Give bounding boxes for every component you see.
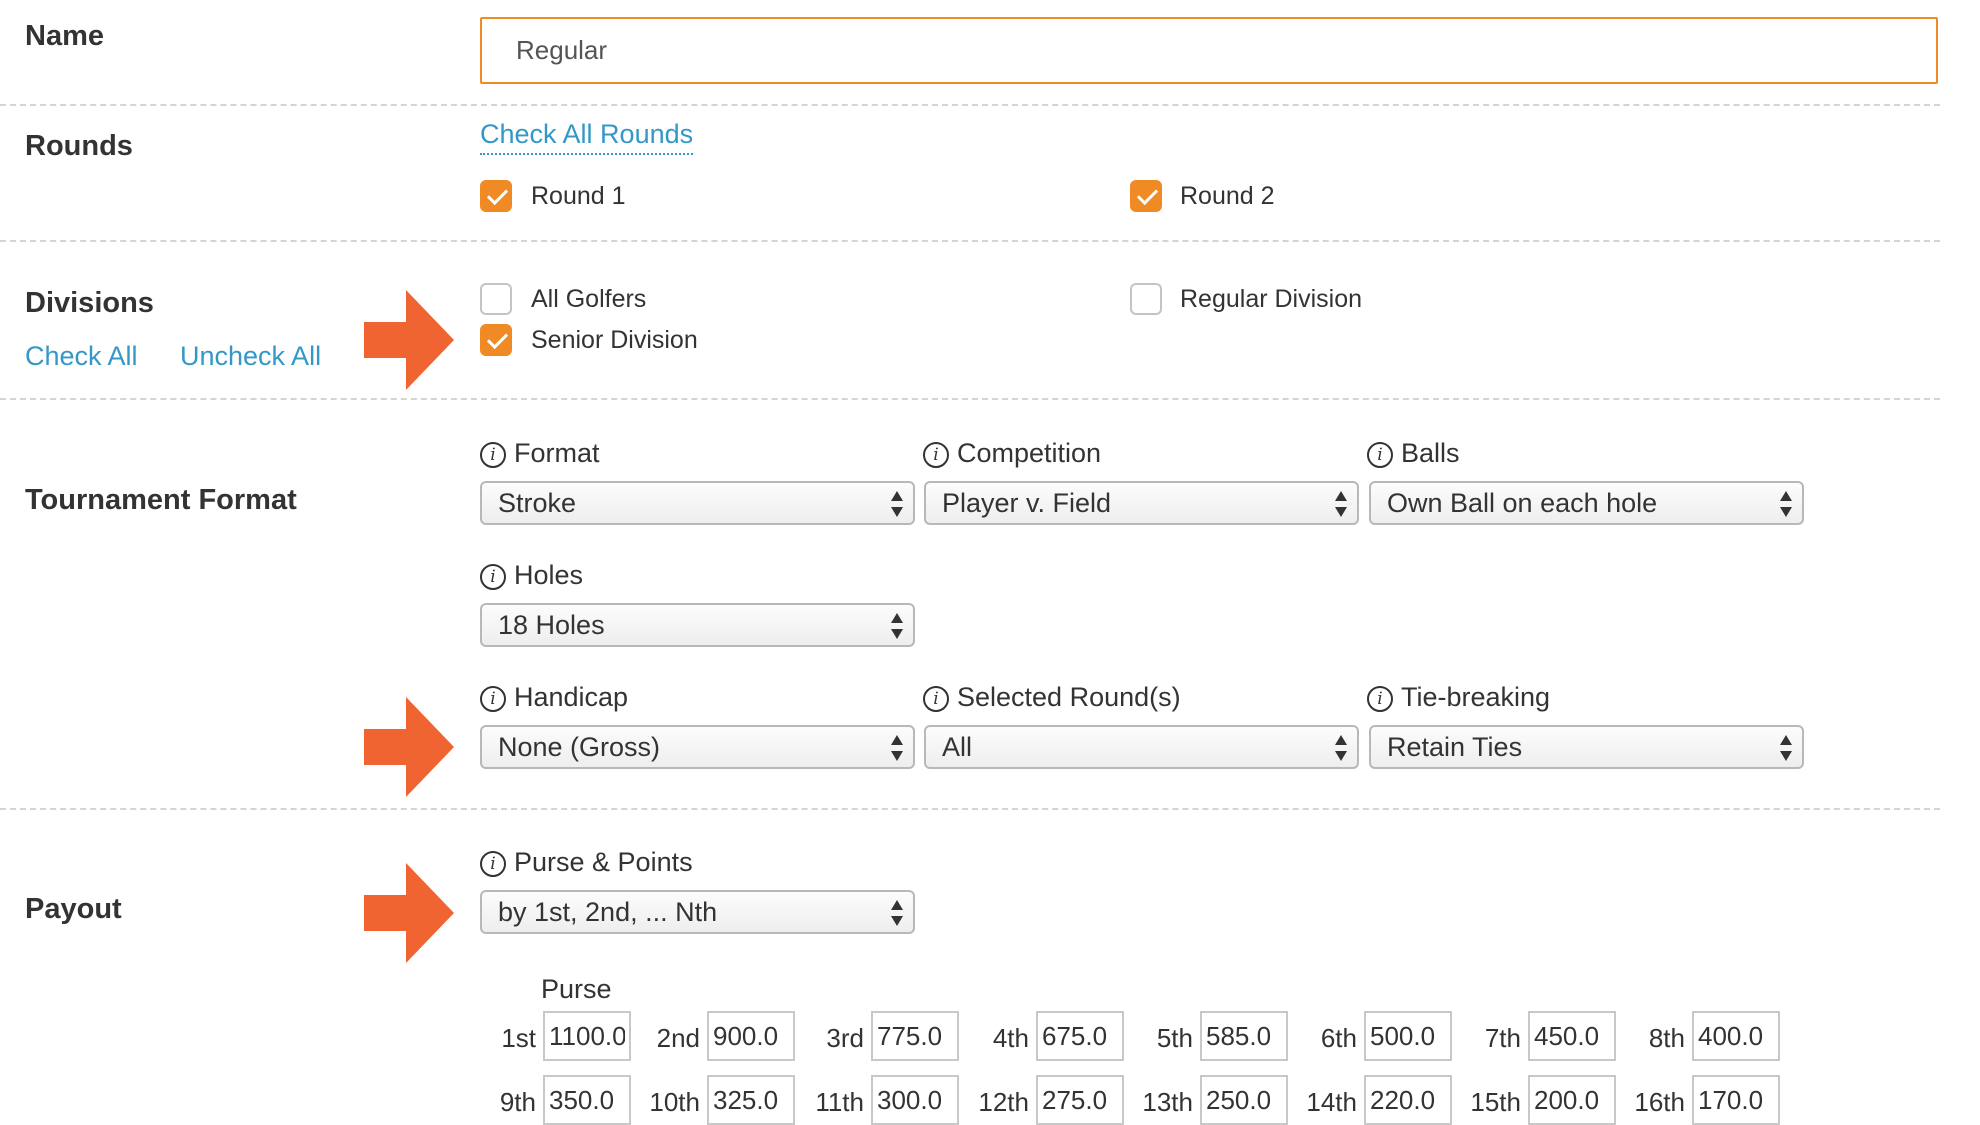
- place-label: 5th: [1156, 1023, 1193, 1053]
- holes-select[interactable]: 18 Holes: [480, 603, 915, 647]
- select-arrows-icon: [1780, 491, 1792, 517]
- uncheck-all-link[interactable]: Uncheck All: [180, 341, 321, 372]
- handicap-select[interactable]: None (Gross): [480, 725, 915, 769]
- divider: [0, 104, 1940, 106]
- holes-field-label: i Holes: [480, 560, 583, 591]
- select-arrows-icon: [891, 735, 903, 761]
- arrow-indicator-icon: [364, 290, 454, 390]
- divider: [0, 808, 1940, 810]
- purse-input[interactable]: [1200, 1011, 1288, 1061]
- purse-input[interactable]: [1528, 1075, 1616, 1125]
- round-1-label: Round 1: [531, 182, 626, 210]
- selected-rounds-select[interactable]: All: [924, 725, 1359, 769]
- round-1-checkbox[interactable]: [480, 180, 512, 212]
- purse-header: Purse: [541, 974, 612, 1004]
- purse-input[interactable]: [707, 1075, 795, 1125]
- arrow-indicator-icon: [364, 863, 454, 963]
- all-golfers-checkbox[interactable]: [480, 283, 512, 315]
- purse-input[interactable]: [1364, 1011, 1452, 1061]
- competition-field-label: i Competition: [923, 438, 1101, 469]
- format-field-label: i Format: [480, 438, 600, 469]
- info-icon[interactable]: i: [480, 686, 506, 712]
- info-icon[interactable]: i: [480, 851, 506, 877]
- place-label: 1st: [501, 1023, 536, 1053]
- select-arrows-icon: [1780, 735, 1792, 761]
- balls-select[interactable]: Own Ball on each hole: [1369, 481, 1804, 525]
- purse-input[interactable]: [1364, 1075, 1452, 1125]
- purse-input[interactable]: [1528, 1011, 1616, 1061]
- select-arrows-icon: [1335, 491, 1347, 517]
- info-icon[interactable]: i: [923, 686, 949, 712]
- info-icon[interactable]: i: [1367, 686, 1393, 712]
- place-label: 2nd: [656, 1023, 700, 1053]
- purse-input[interactable]: [543, 1075, 631, 1125]
- place-label: 4th: [992, 1023, 1029, 1053]
- place-label: 9th: [499, 1087, 536, 1117]
- tournament-format-label: Tournament Format: [25, 484, 297, 516]
- purse-input[interactable]: [1036, 1011, 1124, 1061]
- purse-points-field-label: i Purse & Points: [480, 847, 693, 878]
- divider: [0, 398, 1940, 400]
- arrow-indicator-icon: [364, 697, 454, 797]
- round-2-label: Round 2: [1180, 182, 1275, 210]
- place-label: 11th: [815, 1087, 864, 1117]
- place-label: 12th: [978, 1087, 1029, 1117]
- tie-breaking-field-label: i Tie-breaking: [1367, 682, 1550, 713]
- purse-input[interactable]: [707, 1011, 795, 1061]
- info-icon[interactable]: i: [480, 442, 506, 468]
- select-arrows-icon: [891, 613, 903, 639]
- payout-label: Payout: [25, 893, 122, 925]
- purse-input[interactable]: [543, 1011, 631, 1061]
- place-label: 15th: [1470, 1087, 1521, 1117]
- round-2-checkbox[interactable]: [1130, 180, 1162, 212]
- place-label: 10th: [649, 1087, 700, 1117]
- senior-division-label: Senior Division: [531, 326, 698, 354]
- place-label: 16th: [1634, 1087, 1685, 1117]
- senior-division-checkbox[interactable]: [480, 324, 512, 356]
- divisions-label: Divisions: [25, 287, 154, 319]
- place-label: 6th: [1320, 1023, 1357, 1053]
- tie-breaking-select[interactable]: Retain Ties: [1369, 725, 1804, 769]
- purse-input[interactable]: [871, 1011, 959, 1061]
- all-golfers-label: All Golfers: [531, 285, 647, 313]
- select-arrows-icon: [891, 900, 903, 926]
- place-label: 7th: [1484, 1023, 1521, 1053]
- select-arrows-icon: [891, 491, 903, 517]
- info-icon[interactable]: i: [923, 442, 949, 468]
- purse-input[interactable]: [1036, 1075, 1124, 1125]
- purse-points-select[interactable]: by 1st, 2nd, ... Nth: [480, 890, 915, 934]
- name-label: Name: [25, 20, 104, 52]
- purse-input[interactable]: [1692, 1011, 1780, 1061]
- place-label: 8th: [1648, 1023, 1685, 1053]
- name-input[interactable]: [480, 17, 1938, 84]
- competition-select[interactable]: Player v. Field: [924, 481, 1359, 525]
- purse-input[interactable]: [1692, 1075, 1780, 1125]
- check-all-link[interactable]: Check All: [25, 341, 138, 372]
- info-icon[interactable]: i: [480, 564, 506, 590]
- purse-input[interactable]: [1200, 1075, 1288, 1125]
- purse-input[interactable]: [871, 1075, 959, 1125]
- select-arrows-icon: [1335, 735, 1347, 761]
- place-label: 13th: [1142, 1087, 1193, 1117]
- selected-rounds-field-label: i Selected Round(s): [923, 682, 1181, 713]
- regular-division-label: Regular Division: [1180, 285, 1363, 313]
- balls-field-label: i Balls: [1367, 438, 1460, 469]
- regular-division-checkbox[interactable]: [1130, 283, 1162, 315]
- handicap-field-label: i Handicap: [480, 682, 628, 713]
- place-label: 14th: [1306, 1087, 1357, 1117]
- place-label: 3rd: [826, 1023, 864, 1053]
- divider: [0, 240, 1940, 242]
- rounds-label: Rounds: [25, 130, 133, 162]
- info-icon[interactable]: i: [1367, 442, 1393, 468]
- check-all-rounds-link[interactable]: Check All Rounds: [480, 119, 694, 155]
- format-select[interactable]: Stroke: [480, 481, 915, 525]
